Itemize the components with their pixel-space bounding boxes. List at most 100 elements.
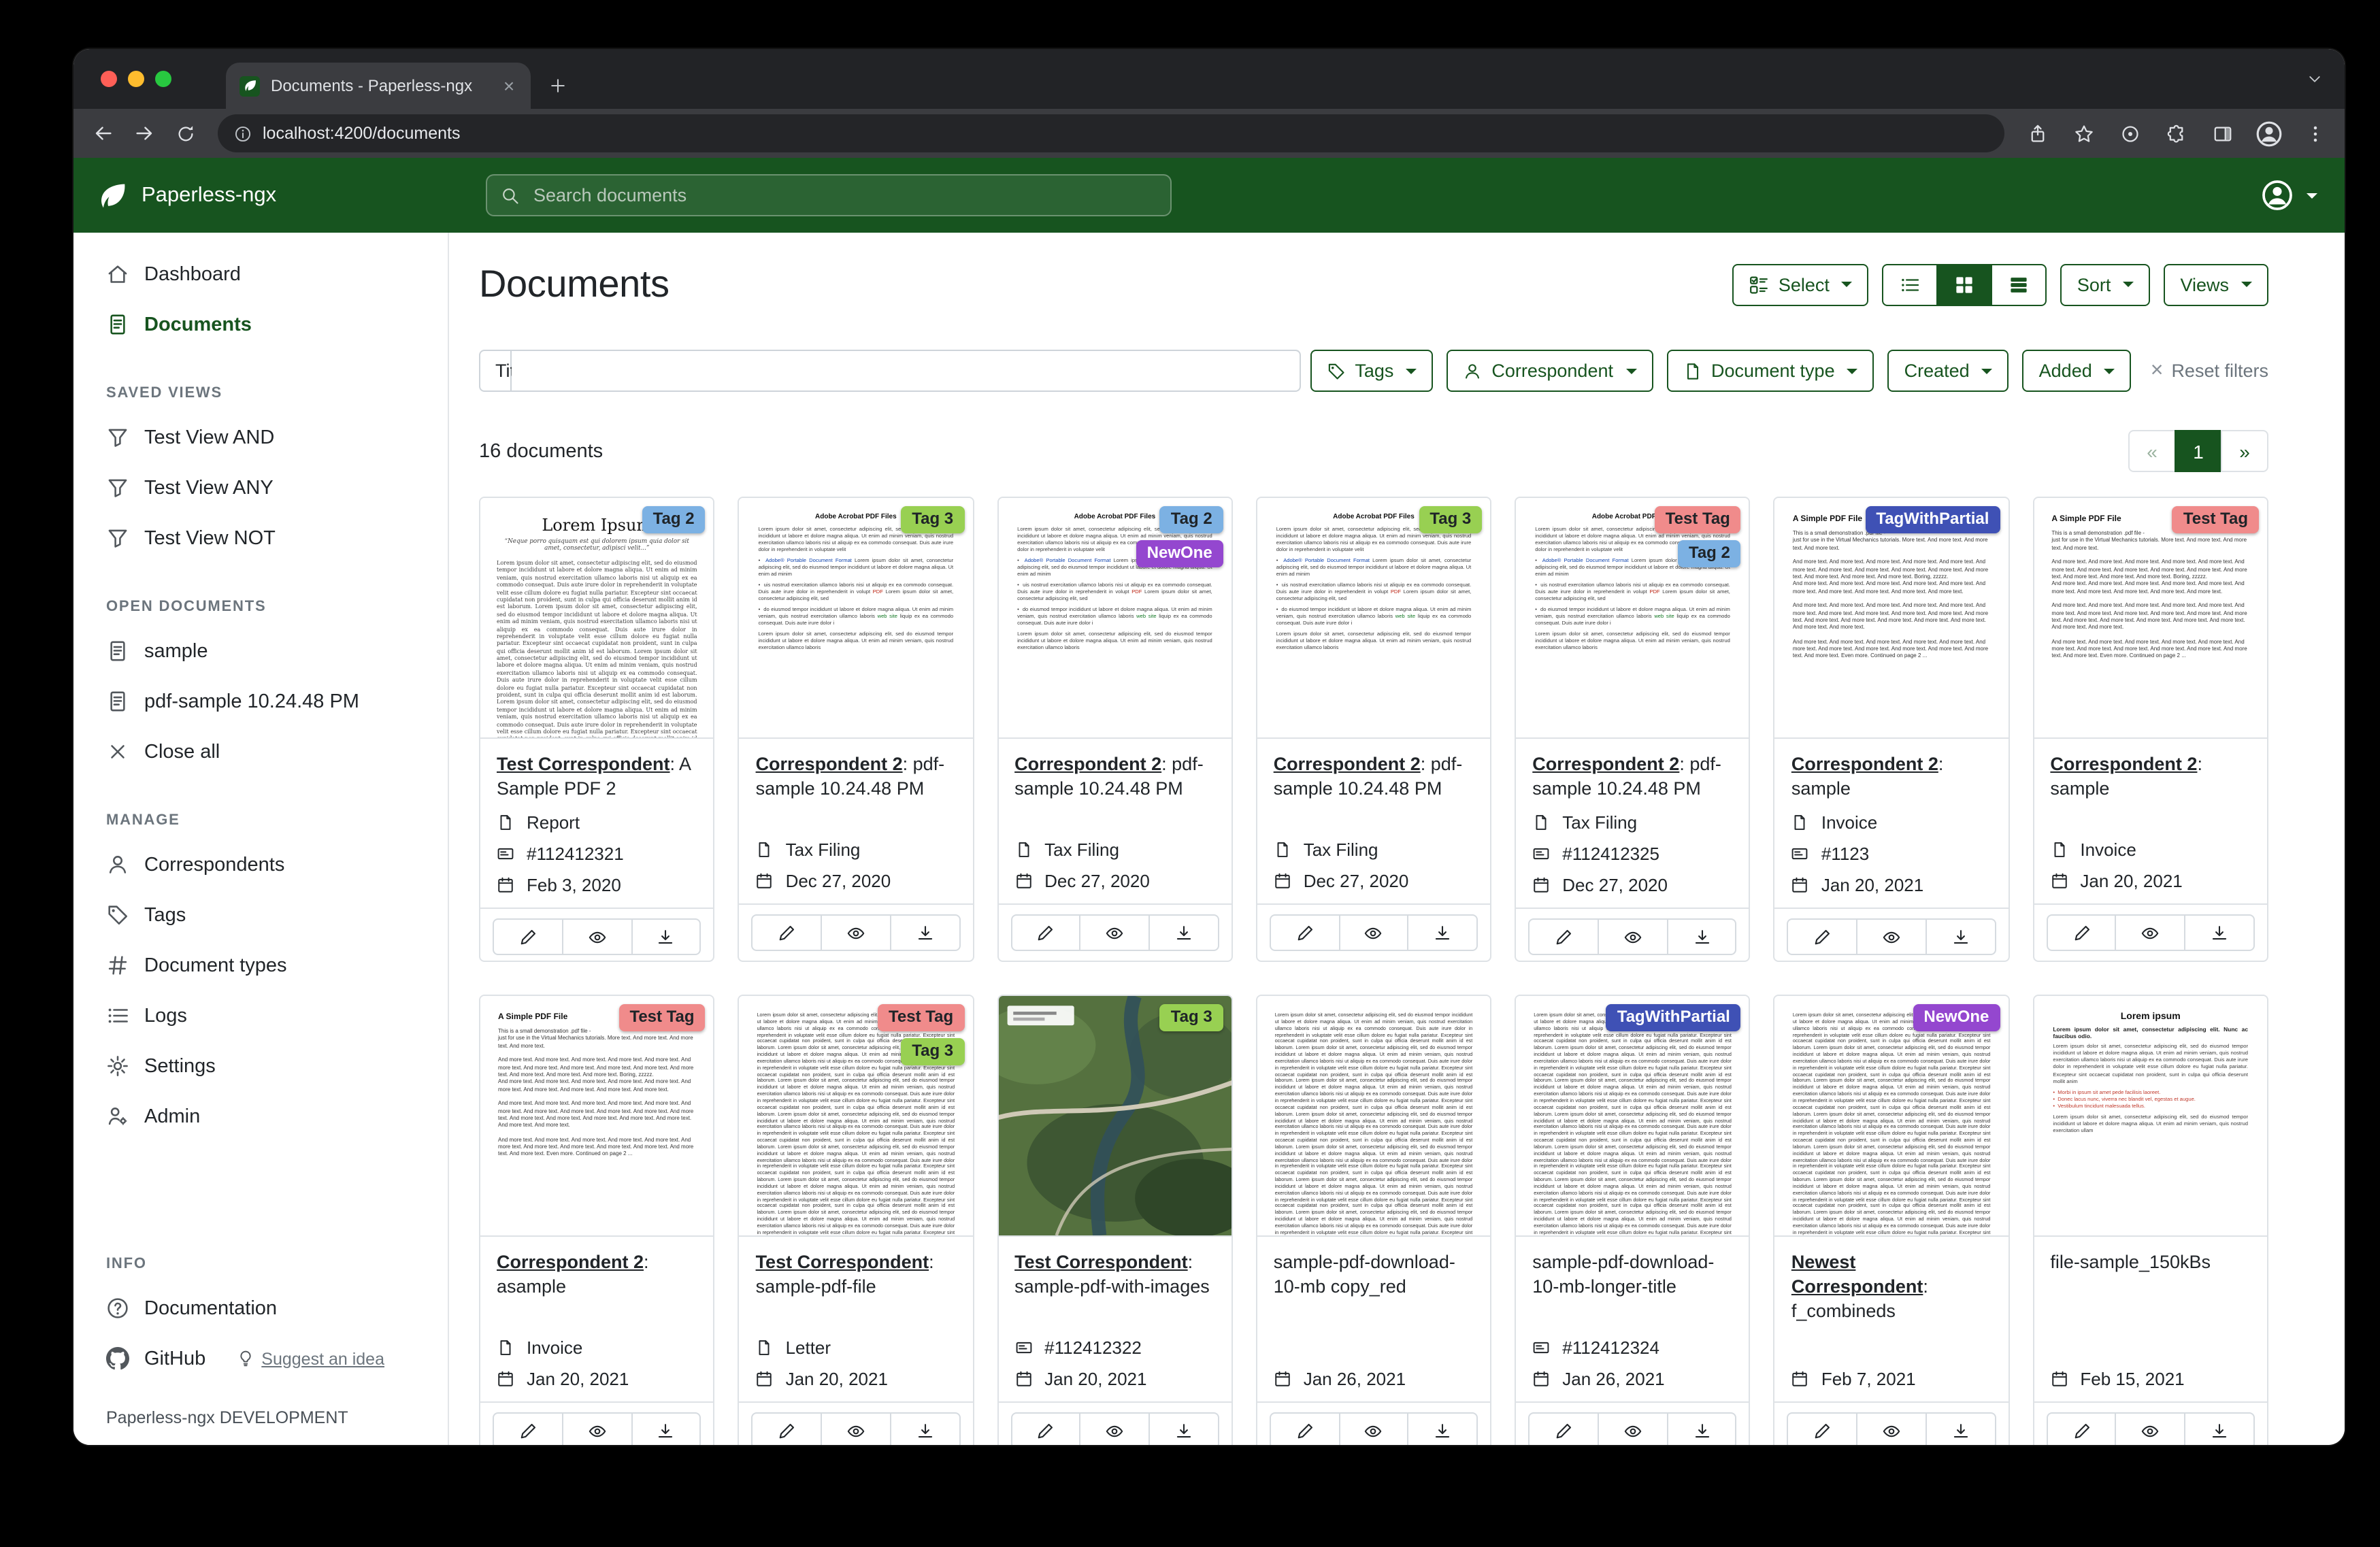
tab-close-icon[interactable]: × [498,75,520,97]
view-document-button[interactable] [1080,914,1151,951]
back-button[interactable] [84,114,122,152]
download-document-button[interactable] [631,1412,701,1445]
document-thumbnail[interactable]: NewOneLorem ipsum dolor sit amet, consec… [1775,996,2009,1237]
edit-document-button[interactable] [1270,1412,1340,1445]
pagination-next[interactable]: » [2221,430,2268,472]
forward-button[interactable] [125,114,163,152]
tag-badge-tag-3[interactable]: Tag 3 [901,1038,964,1065]
browser-menu-button[interactable] [2296,114,2334,152]
tag-badge-tagwithpartial[interactable]: TagWithPartial [1606,1004,1741,1031]
view-document-button[interactable] [562,1412,633,1445]
document-thumbnail[interactable]: Lorem ipsum dolor sit amet, consectetur … [1257,996,1491,1237]
sidebar-item-dashboard[interactable]: Dashboard [73,249,448,299]
download-document-button[interactable] [1408,914,1478,951]
sidebar-item-correspondents[interactable]: Correspondents [73,839,448,890]
correspondent-link[interactable]: Test Correspondent [1014,1252,1188,1272]
tag-badge-tag-3[interactable]: Tag 3 [901,506,964,533]
download-document-button[interactable] [890,1412,961,1445]
tag-badge-tag-2[interactable]: Tag 2 [642,506,706,533]
sidebar-item-documents[interactable]: Documents [73,299,448,350]
sidebar-item-github[interactable]: GitHubSuggest an idea [73,1333,448,1384]
correspondent-link[interactable]: Newest Correspondent [1791,1252,1923,1297]
bookmark-button[interactable] [2064,114,2102,152]
edit-document-button[interactable] [1528,919,1599,956]
edit-document-button[interactable] [1010,914,1081,951]
tag-badge-tag-3[interactable]: Tag 3 [1419,506,1482,533]
correspondent-link[interactable]: Correspondent 2 [497,1252,644,1272]
tag-badge-test-tag[interactable]: Test Tag [2172,506,2259,533]
sidebar-item-documentation[interactable]: Documentation [73,1283,448,1333]
close-window-button[interactable] [101,71,117,87]
new-tab-button[interactable] [539,67,577,105]
view-document-button[interactable] [1856,1412,1927,1445]
view-list-button[interactable] [1883,263,1938,305]
document-thumbnail[interactable]: TagWithPartialA Simple PDF FileThis is a… [1775,498,2009,739]
side-panel-button[interactable] [2203,114,2241,152]
document-thumbnail[interactable]: Tag 3 [998,996,1232,1237]
edit-document-button[interactable] [493,919,563,956]
filter-text-input[interactable] [512,350,1301,392]
filter-created-button[interactable]: Created [1888,350,2009,392]
view-document-button[interactable] [1338,914,1409,951]
document-thumbnail[interactable]: Test TagA Simple PDF FileThis is a small… [480,996,714,1237]
sidebar-item-close-all[interactable]: Close all [73,727,448,777]
edit-document-button[interactable] [493,1412,563,1445]
select-button[interactable]: Select [1732,263,1869,305]
document-thumbnail[interactable]: Test TagTag 3Lorem ipsum dolor sit amet,… [740,996,973,1237]
site-info-icon[interactable] [234,124,252,142]
view-document-button[interactable] [821,1412,891,1445]
view-document-button[interactable] [1338,1412,1409,1445]
edit-document-button[interactable] [2046,914,2117,951]
filter-document-type-button[interactable]: Document type [1666,350,1874,392]
filter-added-button[interactable]: Added [2023,350,2132,392]
pagination-page-1[interactable]: 1 [2175,430,2222,472]
reload-button[interactable] [166,114,204,152]
reset-filters-button[interactable]: × Reset filters [2151,360,2268,382]
correspondent-link[interactable]: Correspondent 2 [756,754,903,774]
download-document-button[interactable] [1666,1412,1737,1445]
minimize-window-button[interactable] [128,71,144,87]
views-button[interactable]: Views [2164,263,2268,305]
tag-badge-tag-2[interactable]: Tag 2 [1678,540,1741,567]
view-document-button[interactable] [1598,1412,1668,1445]
url-bar[interactable]: localhost:4200/documents [218,114,2004,152]
sidebar-link-suggest-an-idea[interactable]: Suggest an idea [237,1349,384,1368]
sidebar-item-sample[interactable]: sample [73,626,448,676]
document-thumbnail[interactable]: Lorem ipsumLorem ipsum dolor sit amet, c… [2034,996,2267,1237]
correspondent-link[interactable]: Correspondent 2 [1791,754,1938,774]
view-document-button[interactable] [821,914,891,951]
correspondent-link[interactable]: Test Correspondent [756,1252,929,1272]
correspondent-link[interactable]: Correspondent 2 [1274,754,1421,774]
download-document-button[interactable] [631,919,701,956]
correspondent-link[interactable]: Test Correspondent [497,754,670,774]
tag-badge-tagwithpartial[interactable]: TagWithPartial [1865,506,2000,533]
download-document-button[interactable] [2184,914,2255,951]
sidebar-item-admin[interactable]: Admin [73,1091,448,1142]
download-document-button[interactable] [2184,1412,2255,1445]
sidebar-item-pdf-sample-10-24-48-pm[interactable]: pdf-sample 10.24.48 PM [73,676,448,727]
correspondent-link[interactable]: Correspondent 2 [1532,754,1679,774]
document-thumbnail[interactable]: Tag 2NewOneAdobe Acrobat PDF FilesLorem … [998,498,1232,739]
document-thumbnail[interactable]: Test TagA Simple PDF FileThis is a small… [2034,498,2267,739]
extension-pin-button[interactable] [2111,114,2149,152]
sort-button[interactable]: Sort [2061,263,2151,305]
download-document-button[interactable] [1148,1412,1219,1445]
edit-document-button[interactable] [1010,1412,1081,1445]
view-grid-button[interactable] [1937,263,1993,305]
global-search[interactable] [486,174,1172,216]
tag-badge-test-tag[interactable]: Test Tag [1655,506,1741,533]
view-document-button[interactable] [1080,1412,1151,1445]
document-thumbnail[interactable]: Tag 3Adobe Acrobat PDF FilesLorem ipsum … [740,498,973,739]
edit-document-button[interactable] [752,914,823,951]
browser-tab[interactable]: Documents - Paperless-ngx × [226,63,531,109]
edit-document-button[interactable] [1528,1412,1599,1445]
filter-correspondent-button[interactable]: Correspondent [1447,350,1653,392]
title-content-dropdown[interactable]: Title & content [479,350,512,392]
edit-document-button[interactable] [2046,1412,2117,1445]
download-document-button[interactable] [1926,919,1996,956]
share-button[interactable] [2018,114,2056,152]
view-document-button[interactable] [2115,1412,2186,1445]
extensions-button[interactable] [2157,114,2195,152]
download-document-button[interactable] [890,914,961,951]
edit-document-button[interactable] [1787,1412,1858,1445]
